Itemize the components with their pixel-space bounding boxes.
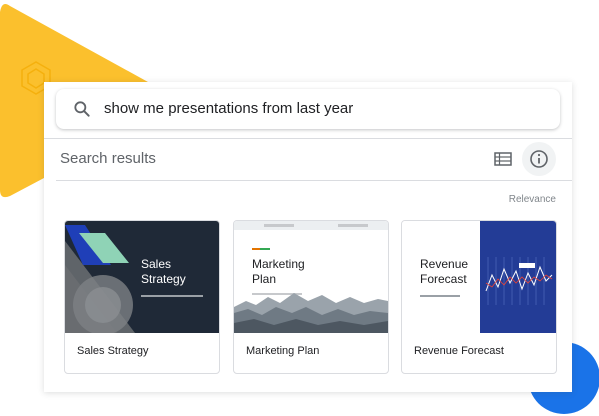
- thumb-title-line2: Plan: [252, 272, 276, 286]
- thumb-title-line2: Strategy: [141, 272, 186, 286]
- thumb-title-line1: Marketing: [252, 257, 305, 271]
- card-thumbnail: Sales Strategy: [65, 221, 219, 333]
- search-bar[interactable]: show me presentations from last year: [56, 89, 560, 129]
- card-title: Sales Strategy: [77, 345, 149, 357]
- info-icon: [530, 150, 548, 168]
- result-card-marketing-plan[interactable]: Marketing Plan Marketing Plan: [233, 220, 389, 374]
- thumb-title-line1: Sales: [141, 257, 171, 271]
- card-thumbnail: Marketing Plan: [234, 221, 388, 333]
- card-title: Revenue Forecast: [414, 345, 504, 357]
- search-query[interactable]: show me presentations from last year: [104, 100, 353, 117]
- card-thumbnail: Revenue Forecast: [402, 221, 556, 333]
- card-title: Marketing Plan: [246, 345, 320, 357]
- thumb-title-line2: Forecast: [420, 272, 467, 286]
- info-button[interactable]: [522, 142, 556, 176]
- sort-label[interactable]: Relevance: [509, 194, 556, 205]
- thumb-title-line1: Revenue: [420, 257, 468, 271]
- search-panel: show me presentations from last year Sea…: [44, 82, 572, 392]
- divider: [56, 180, 572, 181]
- result-card-sales-strategy[interactable]: Sales Strategy Sales Strategy: [64, 220, 220, 374]
- list-view-icon[interactable]: [494, 150, 512, 168]
- divider: [44, 138, 572, 139]
- search-icon: [74, 101, 90, 117]
- results-heading: Search results: [60, 150, 156, 167]
- result-card-revenue-forecast[interactable]: Revenue Forecast Revenue Forecast: [401, 220, 557, 374]
